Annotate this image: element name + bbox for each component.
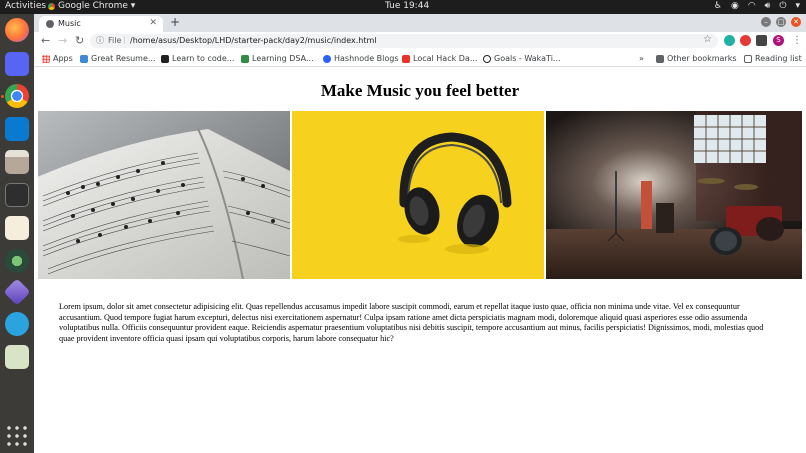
webcam-icon[interactable] [5,249,29,273]
extension-red-icon[interactable] [740,35,751,46]
tab-title: Music [58,19,81,28]
vscode-icon[interactable] [5,117,29,141]
firefox-icon[interactable] [5,18,29,42]
headphones-image [292,111,544,279]
browser-toolbar: ← → ↻ ⓘ File | /home/asus/Desktop/LHD/st… [34,32,806,50]
bookmark-wakatime[interactable]: Goals - WakaTi... [483,54,561,63]
volume-icon[interactable]: 🔊︎ [765,1,771,11]
reading-list-icon [744,54,752,63]
lorem-paragraph: Lorem ipsum, dolor sit amet consectetur … [59,302,764,343]
bookmark-apps[interactable]: Apps [42,54,73,63]
reload-button[interactable]: ↻ [75,34,84,47]
resume-site-icon [80,54,88,63]
app-menu-label: Google Chrome ▾ [58,1,136,11]
bookmark-label: Goals - WakaTi... [494,54,561,63]
reading-list-label: Reading list [755,54,802,63]
dock [0,14,34,453]
show-apps-icon[interactable] [5,424,29,448]
hashnode-icon [323,54,331,63]
bookmark-learn-to-code[interactable]: Learn to code... [161,54,234,63]
accessibility-icon[interactable]: ♿ [714,1,722,11]
chevron-down-icon[interactable]: ▾ [795,1,800,11]
window-controls: – □ ✕ [761,17,801,27]
bookmark-label: Learn to code... [172,54,235,63]
bookmark-star-icon[interactable]: ☆ [703,34,712,45]
profile-avatar[interactable]: S [773,35,784,46]
address-bar[interactable]: ⓘ File | /home/asus/Desktop/LHD/starter-… [90,34,718,48]
obsidian-icon[interactable] [3,278,31,306]
chrome-icon[interactable] [5,84,29,108]
other-bookmarks-label: Other bookmarks [667,54,737,63]
back-button[interactable]: ← [41,34,50,47]
tab-music[interactable]: Music ✕ [39,16,163,32]
discord-icon[interactable] [5,52,29,76]
wifi-icon[interactable]: ◠ [748,1,756,11]
bookmark-local-hack-day[interactable]: Local Hack Da... [402,54,477,63]
bookmarks-bar: Apps Great Resume... Learn to code... Le… [34,50,806,67]
url-separator: | [123,35,126,44]
clock[interactable]: Tue 19:44 [385,1,429,11]
maximize-button[interactable]: □ [776,17,786,27]
app-menu[interactable]: Google Chrome ▾ [48,1,135,11]
extension-grammarly-icon[interactable] [724,35,735,46]
tab-strip: Music ✕ + – □ ✕ [34,14,806,32]
browser-menu-icon[interactable]: ⋮ [792,35,802,46]
bookmark-label: Apps [53,54,73,63]
image-viewer-icon[interactable] [5,345,29,369]
close-tab-icon[interactable]: ✕ [149,18,157,28]
bookmark-great-resume[interactable]: Great Resume... [80,54,156,63]
activities-button[interactable]: Activities [5,1,46,11]
bookmarks-overflow-icon[interactable]: » [639,54,644,63]
power-icon[interactable]: ⏻ [779,1,786,11]
url-scheme: File [108,36,122,45]
sheet-music-photo [38,111,290,279]
gfg-icon [241,54,249,63]
telegram-icon[interactable] [5,312,29,336]
close-window-button[interactable]: ✕ [791,17,801,27]
wakatime-icon [483,54,491,63]
bookmark-label: Hashnode Blogs [334,54,399,63]
folder-icon [656,54,664,63]
mlh-icon [402,54,410,63]
music-stage-photo [546,111,802,279]
bookmark-label: Great Resume... [91,54,156,63]
music-stage-image [546,111,802,279]
minimize-button[interactable]: – [761,17,771,27]
headphones-photo [292,111,544,279]
extensions-puzzle-icon[interactable] [756,35,767,46]
other-bookmarks[interactable]: Other bookmarks [656,54,737,63]
discord-tray-icon[interactable]: ◉ [731,1,739,11]
sheet-music-image [38,111,290,279]
new-tab-button[interactable]: + [170,15,180,29]
system-tray[interactable]: ♿ ◉ ◠ 🔊︎ ⏻ ▾ [714,1,800,11]
forward-button[interactable]: → [58,34,67,47]
apps-grid-icon [42,54,50,63]
page-heading: Make Music you feel better [320,81,520,100]
chrome-small-icon [48,2,55,10]
terminal-icon[interactable] [5,183,29,207]
active-indicator [1,95,4,98]
code-site-icon [161,54,169,63]
text-editor-icon[interactable] [5,216,29,240]
files-icon[interactable] [5,150,29,174]
bookmark-label: Local Hack Da... [413,54,478,63]
page-content: Make Music you feel better Lorem ipsum, … [34,68,806,453]
globe-icon [46,20,54,28]
bookmark-learning-dsa[interactable]: Learning DSA... [241,54,314,63]
info-icon[interactable]: ⓘ [96,35,104,46]
url-text[interactable]: /home/asus/Desktop/LHD/starter-pack/day2… [130,36,377,45]
reading-list[interactable]: Reading list [744,54,802,63]
browser-window: Music ✕ + – □ ✕ ← → ↻ ⓘ File | /home/asu… [34,14,806,453]
system-top-bar: Activities Google Chrome ▾ Tue 19:44 ♿ ◉… [0,0,806,14]
bookmark-label: Learning DSA... [252,54,314,63]
bookmark-hashnode[interactable]: Hashnode Blogs [323,54,399,63]
